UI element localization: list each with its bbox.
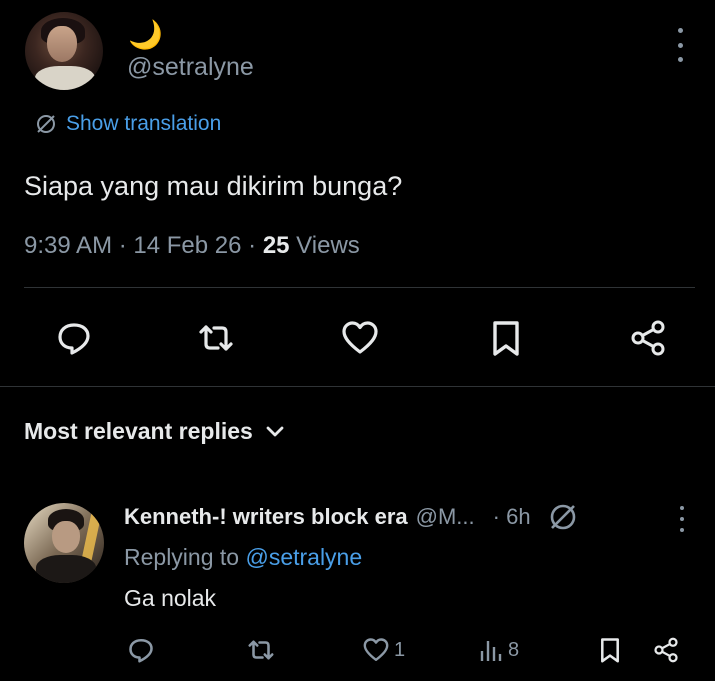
- bookmark-icon: [601, 638, 619, 663]
- translate-button[interactable]: [547, 501, 579, 533]
- globe-slash-icon: [550, 504, 575, 530]
- reply-header: Kenneth-! writers block era @M... · 6h: [124, 501, 579, 533]
- reply-bookmark-button[interactable]: [596, 634, 624, 666]
- reply-text: Ga nolak: [124, 585, 217, 611]
- replies-sort-label: Most relevant replies: [24, 418, 253, 444]
- bookmark-icon: [493, 321, 519, 356]
- reply-icon: [58, 323, 90, 355]
- meta-separator: ·: [241, 232, 263, 259]
- reply-icon: [129, 638, 153, 663]
- replying-to-prefix: Replying to: [124, 544, 246, 570]
- reply-like-count: 1: [394, 638, 406, 661]
- share-icon: [631, 320, 665, 356]
- share-icon: [654, 637, 678, 663]
- avatar-shirt: [35, 66, 95, 90]
- tweet-action-bar: [44, 310, 684, 366]
- reply-author-avatar[interactable]: [24, 503, 104, 583]
- retweet-button[interactable]: [194, 316, 238, 360]
- author-display-name[interactable]: 🌙: [128, 20, 163, 50]
- divider: [24, 287, 695, 288]
- tweet-meta: 9:39 AM · 14 Feb 26 · 25 Views: [24, 230, 360, 262]
- replying-to: Replying to @setralyne: [124, 542, 362, 572]
- replying-to-mention[interactable]: @setralyne: [245, 544, 362, 570]
- reply-retweet-button[interactable]: [246, 634, 276, 666]
- views-count[interactable]: 25: [263, 232, 290, 259]
- avatar-face: [47, 26, 77, 62]
- heart-icon: [342, 321, 378, 354]
- globe-slash-icon: [37, 115, 55, 133]
- author-handle[interactable]: @setralyne: [127, 52, 254, 82]
- reply-views-count: 8: [508, 638, 520, 661]
- retweet-icon: [248, 640, 274, 660]
- reply-views-button[interactable]: 8: [478, 634, 519, 666]
- tweet-text: Siapa yang mau dikirim bunga?: [24, 171, 403, 201]
- like-button[interactable]: [338, 316, 382, 360]
- reply-reply-button[interactable]: [126, 634, 156, 666]
- reply-author-handle[interactable]: @M...: [416, 502, 475, 532]
- reply-time: · 6h: [492, 504, 531, 529]
- tweet-time: 9:39 AM: [24, 232, 113, 259]
- reply-action-bar: 1 8: [0, 630, 715, 670]
- reply-like-button[interactable]: 1: [362, 634, 405, 666]
- views-chart-icon: [480, 641, 502, 661]
- author-avatar[interactable]: [25, 12, 103, 90]
- replies-sort-dropdown[interactable]: Most relevant replies: [24, 418, 285, 445]
- bookmark-button[interactable]: [484, 316, 528, 360]
- more-options-icon[interactable]: [670, 28, 690, 62]
- meta-separator: ·: [112, 232, 134, 259]
- chevron-down-icon: [266, 426, 284, 436]
- show-translation-label: Show translation: [66, 112, 222, 135]
- divider: [0, 386, 715, 387]
- tweet-date: 14 Feb 26: [133, 232, 242, 259]
- views-label: Views: [289, 232, 360, 259]
- reply-share-button[interactable]: [652, 634, 680, 666]
- reply-button[interactable]: [52, 316, 96, 360]
- reply-author-name[interactable]: Kenneth-! writers block era: [124, 502, 408, 532]
- show-translation-link[interactable]: Show translation: [34, 112, 221, 136]
- heart-icon: [363, 638, 389, 661]
- share-button[interactable]: [626, 316, 670, 360]
- retweet-icon: [199, 325, 233, 351]
- tweet-detail-page: 🌙 @setralyne Show translation Siapa yang…: [0, 0, 715, 681]
- reply-more-options-icon[interactable]: [672, 506, 692, 532]
